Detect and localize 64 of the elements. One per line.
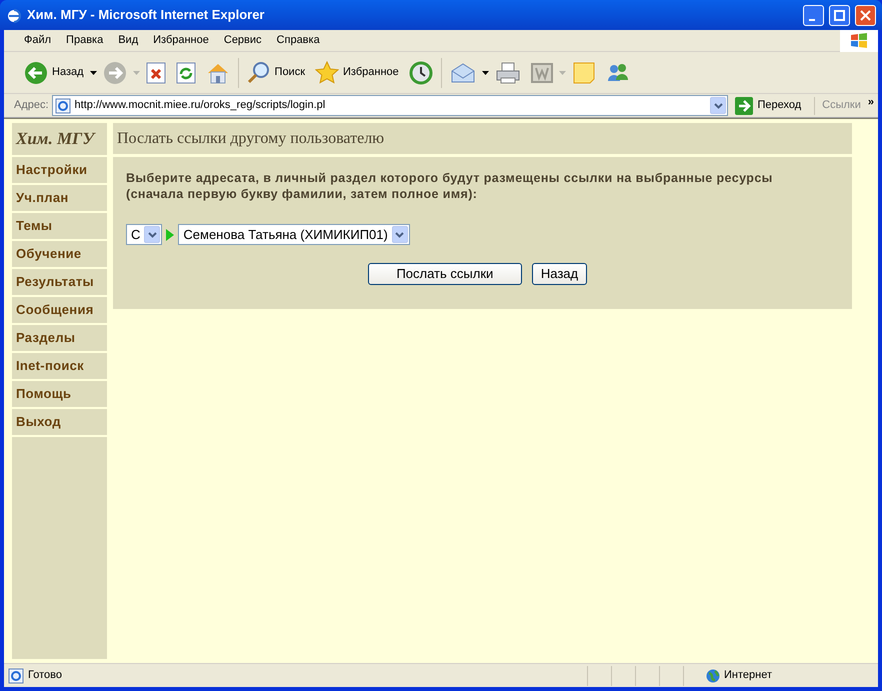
- clock-icon: [408, 60, 433, 84]
- maximize-button[interactable]: [829, 4, 850, 26]
- address-field[interactable]: http://www.mocnit.miee.ru/oroks_reg/scripts/login.pl: [52, 95, 728, 116]
- page-heading: Послать ссылки другому пользователю: [113, 123, 852, 154]
- menu-item[interactable]: Вид: [112, 32, 144, 49]
- windows-logo-icon: [850, 32, 868, 48]
- window-title: Хим. МГУ - Microsoft Internet Explorer: [27, 6, 266, 24]
- go-button[interactable]: Переход: [731, 96, 806, 114]
- menu-item[interactable]: Сервис: [218, 32, 268, 49]
- caret-icon: [482, 70, 489, 74]
- document-icon: [530, 62, 553, 82]
- refresh-icon: [176, 62, 196, 84]
- nav-link[interactable]: Уч.план: [12, 185, 107, 211]
- letter-select[interactable]: С: [126, 224, 162, 245]
- triangle-icon: [166, 228, 174, 240]
- nav-link[interactable]: Результаты: [12, 269, 107, 295]
- nav-link[interactable]: Темы: [12, 213, 107, 239]
- back-button[interactable]: Назад: [20, 54, 88, 90]
- dropdown-button[interactable]: [392, 226, 408, 243]
- instruction-text: Выберите адресата, в личный раздел которого будут размещены ссылки на выбранные ресурсы (сначала первую букву фамилии, затем полное имя):: [126, 170, 774, 202]
- chevron-down-icon: [395, 232, 404, 238]
- close-button[interactable]: [855, 4, 876, 26]
- favorites-button[interactable]: Избранное: [311, 54, 403, 90]
- chevron-down-icon: [714, 102, 723, 108]
- envelope-icon: [450, 62, 476, 84]
- nav-link[interactable]: Помощь: [12, 381, 107, 407]
- nav-link[interactable]: Настройки: [12, 157, 107, 183]
- menu-item[interactable]: Справка: [270, 32, 326, 49]
- globe-icon: [706, 668, 720, 682]
- nav-link[interactable]: Обучение: [12, 241, 107, 267]
- minimize-button[interactable]: [803, 4, 824, 26]
- nav-link[interactable]: Разделы: [12, 325, 107, 351]
- menu-item[interactable]: Файл: [18, 32, 58, 49]
- star-icon: [315, 60, 340, 84]
- maximize-icon: [834, 10, 845, 20]
- caret-icon: [90, 70, 97, 74]
- recipient-select[interactable]: Семенова Татьяна (ХИМИКИП01): [178, 224, 410, 245]
- search-button[interactable]: Поиск: [242, 54, 310, 90]
- search-icon: [246, 60, 271, 84]
- status-text: Готово: [28, 668, 62, 684]
- arrow-icon: [735, 96, 754, 114]
- security-zone: Интернет: [724, 668, 772, 684]
- back-button[interactable]: Назад: [532, 263, 588, 285]
- nav-link[interactable]: Выход: [12, 409, 107, 435]
- page-icon: [54, 98, 71, 114]
- printer-icon: [494, 60, 521, 84]
- site-title: Хим. МГУ: [12, 123, 107, 155]
- chevron[interactable]: »: [868, 94, 874, 110]
- dropdown-button[interactable]: [710, 97, 726, 114]
- menu-item[interactable]: Избранное: [147, 32, 215, 49]
- caret-icon: [558, 70, 566, 74]
- stop-icon: [146, 62, 166, 84]
- close-icon: [860, 10, 871, 20]
- chevron-down-icon: [148, 232, 157, 238]
- send-button[interactable]: Послать ссылки: [368, 263, 522, 285]
- address-label: Адрес:: [14, 98, 49, 114]
- caret-icon: [132, 70, 140, 74]
- menu-item[interactable]: Правка: [60, 32, 110, 49]
- nav-link[interactable]: Inet-поиск: [12, 353, 107, 379]
- minimize-icon: [808, 19, 814, 21]
- page-icon: [8, 668, 24, 684]
- nav-link[interactable]: Сообщения: [12, 297, 107, 323]
- dropdown-button[interactable]: [144, 226, 160, 243]
- note-icon: [572, 60, 596, 84]
